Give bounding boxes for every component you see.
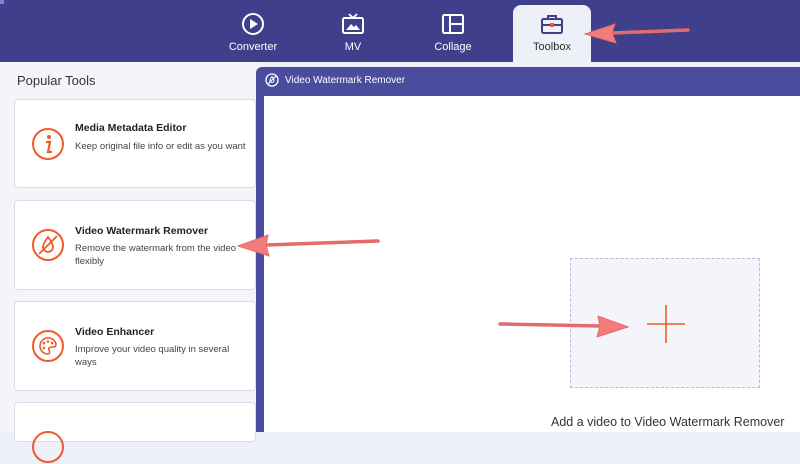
tool-card-partial[interactable] [14, 402, 256, 463]
tool-card-video-watermark-remover[interactable]: Video Watermark Remover Remove the water… [14, 200, 256, 290]
tool-icon [32, 431, 64, 463]
tab-mv-label: MV [344, 41, 362, 53]
tab-converter-label: Converter [228, 41, 278, 53]
collage-icon [442, 14, 464, 34]
plus-icon [647, 305, 685, 343]
tab-toolbox-label: Toolbox [533, 41, 571, 53]
top-navigation-bar: Converter MV Collage Toolbox [0, 0, 800, 62]
tool-card-video-enhancer[interactable]: Video Enhancer Improve your video qualit… [14, 301, 256, 391]
toolbox-icon [541, 15, 563, 34]
tab-toolbox[interactable]: Toolbox [513, 5, 591, 62]
converter-icon [242, 13, 264, 35]
tab-converter[interactable]: Converter [213, 5, 293, 60]
tool-card-title: Video Watermark Remover [75, 225, 209, 237]
tool-card-title: Video Enhancer [75, 326, 155, 338]
add-video-label: Add a video to Video Watermark Remover [551, 415, 785, 429]
tab-collage-label: Collage [434, 41, 472, 53]
corner-accent [0, 0, 4, 4]
tab-collage[interactable]: Collage [413, 5, 493, 60]
info-icon [32, 128, 64, 160]
tool-card-description: Keep original file info or edit as you w… [75, 141, 246, 152]
mv-icon [342, 13, 364, 34]
watermark-icon [32, 229, 64, 261]
tool-card-description: Remove the watermark from the video flex… [75, 243, 237, 267]
window-title: Video Watermark Remover [285, 75, 406, 86]
tool-card-title: Media Metadata Editor [75, 122, 187, 134]
tab-mv[interactable]: MV [313, 5, 393, 60]
palette-icon [32, 330, 64, 362]
popular-tools-title: Popular Tools [17, 73, 96, 88]
tool-card-description: Improve your video quality in several wa… [75, 344, 230, 368]
add-video-dropzone[interactable] [570, 258, 760, 388]
tool-card-media-metadata-editor[interactable]: Media Metadata Editor Keep original file… [14, 99, 256, 188]
watermark-icon [265, 73, 279, 87]
